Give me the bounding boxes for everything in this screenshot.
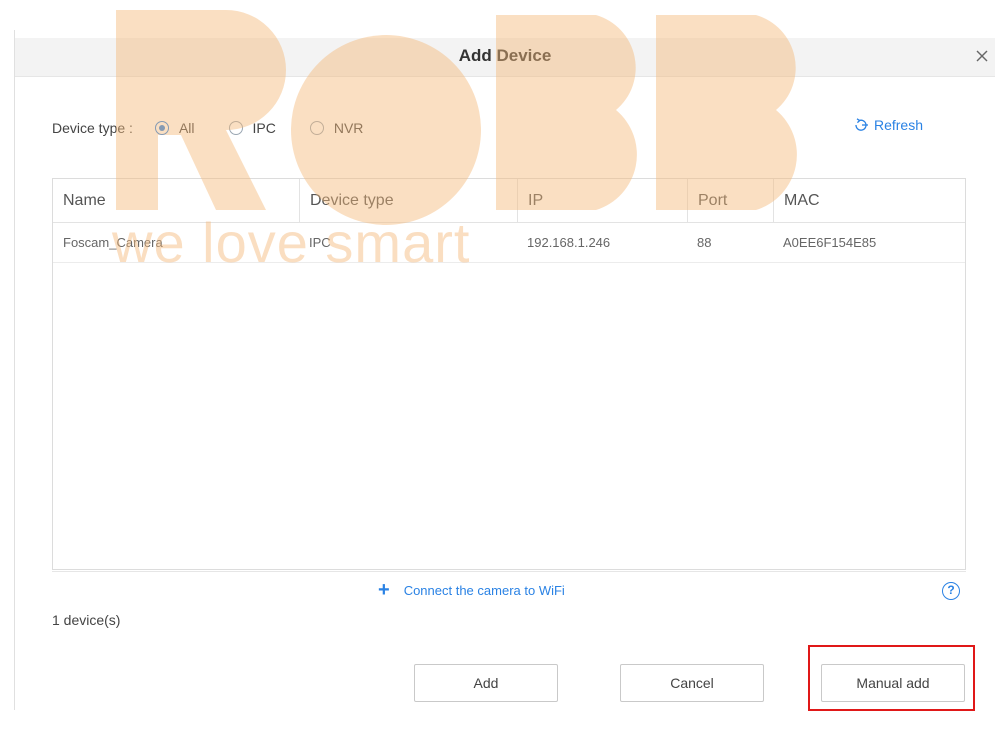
radio-ipc-label: IPC: [252, 120, 276, 136]
close-button[interactable]: [969, 42, 995, 70]
radio-nvr-label: NVR: [333, 120, 364, 136]
plus-icon: +: [378, 579, 390, 601]
radio-all-circle[interactable]: [154, 121, 169, 135]
manual-add-highlight: [808, 645, 975, 711]
cancel-button[interactable]: Cancel: [620, 664, 764, 702]
radio-ipc[interactable]: IPC: [228, 120, 276, 136]
radio-all[interactable]: All: [154, 120, 195, 136]
connect-bar: + Connect the camera to WiFi ?: [52, 571, 966, 611]
cell-name: Foscam_Camera: [63, 235, 163, 250]
column-header-port[interactable]: Port: [687, 179, 773, 223]
device-type-label: Device type :: [52, 120, 133, 136]
cell-ip: 192.168.1.246: [527, 235, 611, 250]
radio-nvr[interactable]: NVR: [309, 120, 364, 136]
device-count: 1 device(s): [52, 612, 121, 628]
table-row[interactable]: Foscam_Camera IPC 192.168.1.246 88 A0EE6…: [53, 223, 965, 263]
refresh-button[interactable]: Refresh: [853, 117, 923, 133]
column-header-name[interactable]: Name: [53, 179, 299, 223]
window-edge: [14, 30, 15, 710]
close-icon: [976, 50, 988, 62]
dialog-title: Add Device: [458, 46, 552, 65]
column-header-device-type[interactable]: Device type: [299, 179, 517, 223]
connect-wifi-link[interactable]: + Connect the camera to WiFi: [378, 579, 565, 601]
column-header-ip[interactable]: IP: [517, 179, 687, 223]
column-header-mac[interactable]: MAC: [773, 179, 965, 223]
cell-device-type: IPC: [309, 235, 331, 250]
device-type-radio-group: All IPC NVR: [154, 120, 397, 136]
table-header: Name Device type IP Port MAC: [53, 179, 965, 223]
radio-nvr-circle[interactable]: [309, 121, 324, 135]
radio-ipc-circle[interactable]: [228, 121, 243, 135]
device-type-filter: Device type : All IPC NVR: [52, 116, 397, 140]
cell-mac: A0EE6F154E85: [783, 235, 877, 250]
cell-port: 88: [697, 235, 712, 250]
refresh-label: Refresh: [873, 117, 923, 133]
add-button[interactable]: Add: [414, 664, 558, 702]
title-bar: Add Device: [15, 38, 995, 77]
help-icon[interactable]: ?: [942, 582, 960, 600]
add-device-dialog: Add Device Device type : All IPC NVR Ref…: [0, 0, 995, 733]
device-table: Name Device type IP Port MAC Foscam_Came…: [52, 178, 966, 570]
radio-all-label: All: [178, 120, 195, 136]
refresh-icon: [855, 118, 868, 131]
connect-wifi-label: Connect the camera to WiFi: [403, 582, 565, 598]
